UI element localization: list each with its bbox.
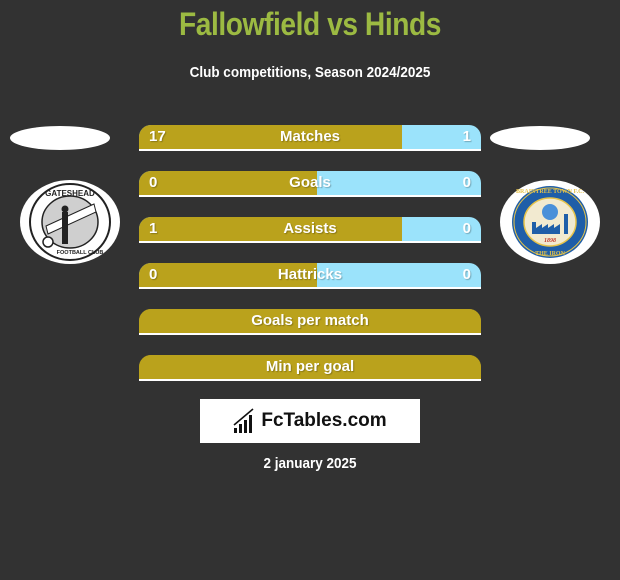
stat-row-goals[interactable]: 0 Goals 0 [139,171,481,197]
left-team-badge[interactable]: GATESHEAD FOOTBALL CLUB [20,180,120,264]
svg-text:BRAINTREE TOWN F.C.: BRAINTREE TOWN F.C. [516,189,584,195]
braintree-town-fc-crest-icon: 1898 BRAINTREE TOWN F.C. THE IRON [512,186,588,258]
stat-label: Matches [279,128,341,145]
right-value: 0 [462,220,471,237]
right-value: 1 [462,128,471,145]
stat-label: Assists [283,220,337,237]
right-value: 0 [462,266,471,283]
bar-chart-icon [233,408,254,433]
stat-row-goals-per-match[interactable]: Goals per match [139,309,481,335]
svg-text:THE IRON: THE IRON [535,251,566,257]
right-team-badge[interactable]: 1898 BRAINTREE TOWN F.C. THE IRON [500,180,600,264]
page-subtitle: Club competitions, Season 2024/2025 [189,64,431,81]
stat-row-assists[interactable]: 1 Assists 0 [139,217,481,243]
svg-text:GATESHEAD: GATESHEAD [45,189,95,198]
svg-text:FOOTBALL CLUB: FOOTBALL CLUB [57,250,104,256]
left-team-name-placeholder [10,126,110,150]
stat-label: Min per goal [265,358,355,375]
page-title: Fallowfield vs Hinds [179,6,441,42]
stat-row-hattricks[interactable]: 0 Hattricks 0 [139,263,481,289]
stat-label: Hattricks [277,266,343,283]
gateshead-fc-crest-icon: GATESHEAD FOOTBALL CLUB [29,183,111,261]
fctables-logo[interactable]: FcTables.com [200,399,420,443]
right-team-name-placeholder [490,126,590,150]
stat-label: Goals [289,174,331,191]
svg-text:1898: 1898 [544,238,556,244]
stat-row-matches[interactable]: 17 Matches 1 [139,125,481,151]
stat-row-min-per-goal[interactable]: Min per goal [139,355,481,381]
logo-text: FcTables.com [261,410,387,431]
right-value: 0 [462,174,471,191]
date-label: 2 january 2025 [263,455,357,472]
stat-label: Goals per match [251,312,369,329]
